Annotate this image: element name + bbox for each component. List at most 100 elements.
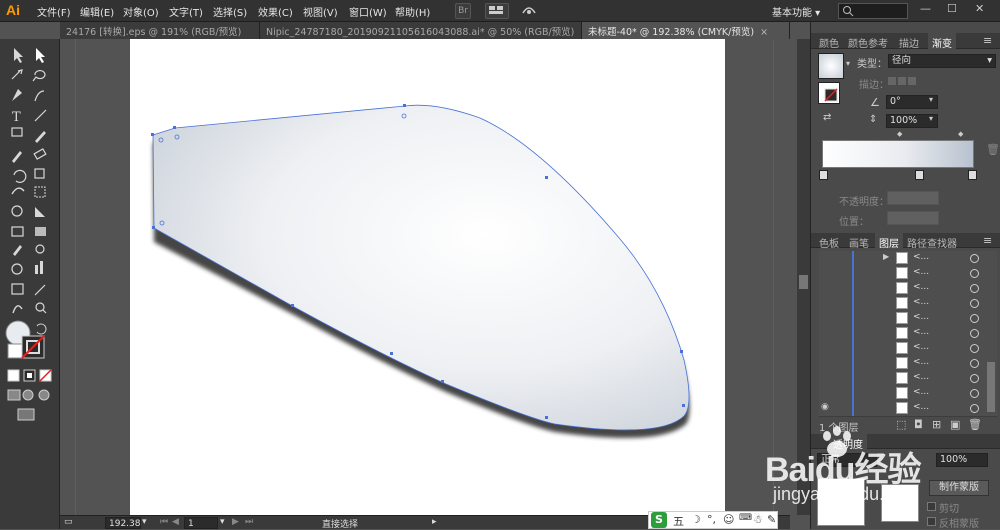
tab-document-3[interactable]: 未标题-40* @ 192.38% (CMYK/预览) × (582, 22, 790, 39)
layer-name[interactable]: <... (913, 342, 929, 352)
sogou-logo-icon[interactable]: S (651, 512, 667, 528)
tab-color-guide[interactable]: 颜色参考 (844, 33, 892, 50)
free-transform-tool-icon[interactable] (33, 185, 49, 201)
midpoint-marker-icon[interactable]: ◆ (897, 130, 902, 138)
scrollbar-thumb[interactable] (799, 275, 808, 289)
curvature-tool-icon[interactable] (33, 88, 49, 104)
symbol-sprayer-tool-icon[interactable] (11, 262, 27, 278)
close-icon[interactable]: ✕ (975, 2, 984, 15)
tab-document-1[interactable]: 24176 [转换].eps @ 191% (RGB/预览) (60, 22, 260, 39)
status-menu-icon[interactable]: ▸ (432, 517, 437, 527)
rotate-tool-icon[interactable] (11, 167, 27, 183)
visibility-toggle-icon[interactable]: ◉ (821, 402, 835, 416)
target-icon[interactable] (970, 314, 979, 323)
artboard-tool-icon[interactable] (11, 281, 27, 297)
panel-menu-icon[interactable]: ≡ (983, 234, 992, 247)
lock-toggle[interactable] (837, 252, 851, 266)
angle-dropdown-icon[interactable]: ▾ (929, 95, 933, 104)
target-icon[interactable] (970, 404, 979, 413)
visibility-toggle-icon[interactable] (821, 357, 835, 371)
target-icon[interactable] (970, 254, 979, 263)
gradient-stop-2[interactable] (915, 170, 924, 180)
zoom-dropdown-icon[interactable]: ▾ (142, 517, 147, 527)
menu-object[interactable]: 对象(O) (123, 4, 159, 19)
arrange-documents-icon[interactable] (485, 3, 509, 19)
gradient-preview-swatch[interactable] (818, 53, 844, 79)
visibility-toggle-icon[interactable] (821, 297, 835, 311)
visibility-toggle-icon[interactable] (821, 387, 835, 401)
layer-name[interactable]: <... (913, 312, 929, 322)
menu-select[interactable]: 选择(S) (213, 4, 247, 19)
layer-row[interactable]: <... (819, 296, 997, 312)
layer-name[interactable]: <... (913, 372, 929, 382)
lock-toggle[interactable] (837, 312, 851, 326)
layer-row[interactable]: <... (819, 266, 997, 282)
lock-toggle[interactable] (837, 327, 851, 341)
prev-artboard-icon[interactable]: ◀ (172, 517, 179, 527)
direct-selection-tool-icon[interactable] (33, 49, 49, 65)
target-icon[interactable] (970, 389, 979, 398)
zoom-tool-icon[interactable] (33, 301, 49, 317)
aspect-ratio-dropdown-icon[interactable]: ▾ (929, 114, 933, 123)
visibility-toggle-icon[interactable] (821, 327, 835, 341)
target-icon[interactable] (970, 344, 979, 353)
layers-scrollbar-thumb[interactable] (987, 362, 995, 412)
mesh-tool-icon[interactable] (11, 224, 27, 240)
target-icon[interactable] (970, 374, 979, 383)
line-segment-tool-icon[interactable] (33, 108, 49, 124)
layer-row[interactable]: <... (819, 356, 997, 372)
blend-tool-icon[interactable] (33, 243, 49, 259)
tab-document-2[interactable]: Nipic_24787180_20190921105616043088.ai* … (260, 22, 582, 39)
layer-row[interactable]: <... (819, 386, 997, 402)
selection-tool-icon[interactable] (11, 49, 27, 65)
scale-tool-icon[interactable] (33, 167, 49, 183)
panel-menu-icon[interactable]: ≡ (983, 34, 992, 47)
pencil-tool-icon[interactable] (11, 148, 27, 164)
gradient-preset-dropdown-icon[interactable]: ▾ (846, 59, 850, 68)
first-artboard-icon[interactable]: ⏮ (160, 517, 168, 527)
layer-name[interactable]: <... (913, 267, 929, 277)
tab-gradient[interactable]: 渐变 (928, 33, 956, 50)
lock-toggle[interactable] (837, 372, 851, 386)
shape-builder-tool-icon[interactable] (11, 204, 27, 220)
layer-name[interactable]: <... (913, 327, 929, 337)
gradient-mode-button[interactable] (24, 370, 35, 381)
hand-tool-icon[interactable] (11, 301, 27, 317)
canvas-area[interactable] (60, 39, 792, 515)
menu-view[interactable]: 视图(V) (303, 4, 338, 19)
artboard-number-field[interactable]: 1 (184, 517, 218, 529)
target-icon[interactable] (970, 269, 979, 278)
visibility-toggle-icon[interactable] (821, 372, 835, 386)
screen-mode-icon[interactable] (18, 409, 34, 420)
rectangle-tool-icon[interactable] (11, 126, 27, 142)
layer-name[interactable]: <... (913, 357, 929, 367)
visibility-toggle-icon[interactable] (821, 252, 835, 266)
menu-edit[interactable]: 编辑(E) (80, 4, 114, 19)
lock-toggle[interactable] (837, 342, 851, 356)
artwork[interactable] (60, 39, 792, 515)
bridge-button[interactable]: Br (455, 3, 471, 19)
width-tool-icon[interactable] (11, 185, 27, 201)
delete-layer-icon[interactable]: 🗑 (968, 418, 982, 431)
menu-window[interactable]: 窗口(W) (349, 4, 387, 19)
magic-wand-tool-icon[interactable] (11, 69, 27, 85)
skin-icon[interactable]: ☃ (753, 513, 763, 526)
lasso-tool-icon[interactable] (33, 69, 49, 85)
last-artboard-icon[interactable]: ⏭ (245, 517, 253, 527)
reverse-gradient-icon[interactable]: ⇄ (823, 112, 831, 123)
midpoint-marker-icon[interactable]: ◆ (958, 130, 963, 138)
next-artboard-icon[interactable]: ▶ (232, 517, 239, 527)
menu-type[interactable]: 文字(T) (169, 4, 203, 19)
menu-effect[interactable]: 效果(C) (258, 4, 293, 19)
paintbrush-tool-icon[interactable] (33, 126, 49, 142)
eyedropper-tool-icon[interactable] (11, 243, 27, 259)
lock-toggle[interactable] (837, 297, 851, 311)
workspace-switcher[interactable]: 基本功能 ▾ (772, 4, 820, 19)
minimize-icon[interactable]: — (920, 2, 931, 15)
gradient-stop-1[interactable] (819, 170, 828, 180)
gradient-slider[interactable] (822, 140, 974, 168)
target-icon[interactable] (970, 359, 979, 368)
keyboard-icon[interactable]: ⌨ (739, 513, 752, 523)
tab-close-icon[interactable]: × (760, 27, 768, 38)
maximize-icon[interactable]: ☐ (947, 2, 957, 15)
